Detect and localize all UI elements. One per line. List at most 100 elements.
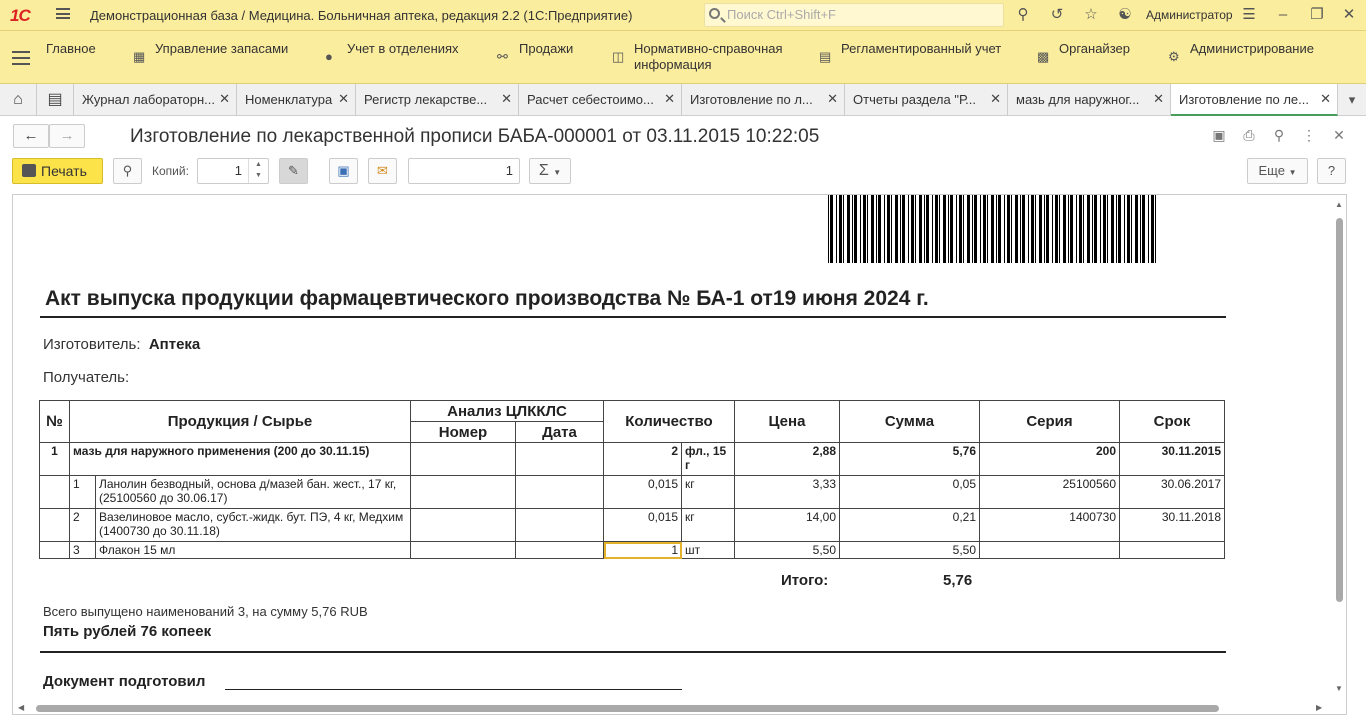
barcode-bar bbox=[1068, 195, 1069, 263]
tab-reports[interactable]: Отчеты раздела "Р... ✕ bbox=[845, 84, 1008, 116]
selected-cell[interactable]: 1 bbox=[603, 541, 682, 559]
menu-item-reference[interactable]: ◫ Нормативно-справочная информация bbox=[612, 41, 783, 73]
barcode-bar bbox=[959, 195, 962, 263]
close-tab-icon[interactable]: ✕ bbox=[664, 91, 675, 107]
barcode-bar bbox=[887, 195, 890, 263]
more-button[interactable]: Еще ▼ bbox=[1247, 158, 1308, 184]
more-vertical-icon[interactable]: ⋮ bbox=[1300, 127, 1318, 145]
tab-cost-calculation[interactable]: Расчет себестоимо... ✕ bbox=[519, 84, 682, 116]
tab-ointment[interactable]: мазь для наружног... ✕ bbox=[1008, 84, 1171, 116]
save-icon[interactable]: ▣ bbox=[1210, 127, 1228, 145]
total-value: 5,76 bbox=[943, 572, 973, 589]
col-analysis-date: Дата bbox=[515, 421, 604, 443]
barcode-bar bbox=[878, 195, 881, 263]
barcode-bar bbox=[1028, 195, 1029, 263]
print-button[interactable]: Печать bbox=[12, 158, 103, 184]
menu-item-inventory[interactable]: ▦ Управление запасами bbox=[133, 41, 288, 64]
users-icon[interactable]: ☯ bbox=[1116, 6, 1134, 24]
close-window-icon[interactable]: ✕ bbox=[1340, 6, 1358, 24]
tab-manufacturing-1[interactable]: Изготовление по л... ✕ bbox=[682, 84, 845, 116]
col-price: Цена bbox=[734, 400, 840, 443]
preview-icon[interactable]: ⚲ bbox=[1270, 127, 1288, 145]
menu-item-departments[interactable]: ● Учет в отделениях bbox=[325, 41, 459, 64]
barcode-bar bbox=[911, 195, 914, 263]
preview-button[interactable]: ⚲ bbox=[113, 158, 142, 184]
scroll-down-icon[interactable]: ▼ bbox=[1335, 684, 1343, 693]
table-row[interactable]: 3 Флакон 15 мл 1 шт 5,50 5,50 bbox=[39, 541, 1225, 559]
close-tab-icon[interactable]: ✕ bbox=[1320, 91, 1331, 107]
tab-nomenclature[interactable]: Номенклатура ✕ bbox=[237, 84, 356, 116]
tab-drug-register[interactable]: Регистр лекарстве... ✕ bbox=[356, 84, 519, 116]
report-heading: Акт выпуска продукции фармацевтического … bbox=[45, 287, 929, 310]
scroll-up-icon[interactable]: ▲ bbox=[1335, 200, 1343, 209]
close-tab-icon[interactable]: ✕ bbox=[219, 91, 230, 107]
barcode-bar bbox=[854, 195, 857, 263]
edit-mode-button[interactable]: ✎ bbox=[279, 158, 308, 184]
close-form-icon[interactable]: ✕ bbox=[1330, 127, 1348, 145]
search-input[interactable]: Поиск Ctrl+Shift+F bbox=[704, 3, 1004, 27]
barcode-bar bbox=[852, 195, 853, 263]
print-icon[interactable]: ⎙ bbox=[1240, 127, 1258, 145]
tabs-more-icon[interactable]: ▾ bbox=[1338, 84, 1366, 116]
table-row[interactable]: 2 Вазелиновое масло, субст.-жидк. бут. П… bbox=[39, 508, 1225, 542]
barcode-bar bbox=[891, 195, 892, 263]
menu-item-organizer[interactable]: ▩ Органайзер bbox=[1037, 41, 1130, 64]
tab-lab-journal[interactable]: Журнал лабораторн... ✕ bbox=[74, 84, 237, 116]
report-sheet[interactable]: Акт выпуска продукции фармацевтического … bbox=[12, 194, 1347, 715]
menu-item-admin[interactable]: ⚙ Администрирование bbox=[1168, 41, 1314, 64]
menu-item-main[interactable]: Главное bbox=[46, 41, 96, 57]
report-toolbar: Печать ⚲ Копий: 1 ▲ ▼ ✎ ▣ ✉ 1 Σ ▼ Еще ▼ ? bbox=[0, 156, 1366, 188]
barcode-bar bbox=[1151, 195, 1154, 263]
barcode-bar bbox=[1070, 195, 1073, 263]
vertical-scrollbar[interactable]: ▲ ▼ bbox=[1334, 198, 1344, 698]
minimize-icon[interactable]: – bbox=[1274, 6, 1292, 24]
barcode-bar bbox=[1131, 195, 1132, 263]
horizontal-scroll-thumb[interactable] bbox=[36, 705, 1219, 712]
sections-list-icon[interactable] bbox=[12, 51, 30, 65]
close-tab-icon[interactable]: ✕ bbox=[338, 91, 349, 107]
sum-mode-button[interactable]: Σ ▼ bbox=[529, 158, 571, 184]
scroll-right-icon[interactable]: ▶ bbox=[1316, 703, 1322, 712]
close-tab-icon[interactable]: ✕ bbox=[990, 91, 1001, 107]
help-button[interactable]: ? bbox=[1317, 158, 1346, 184]
table-row[interactable]: 1 Ланолин безводный, основа д/мазей бан.… bbox=[39, 475, 1225, 509]
barcode-bar bbox=[847, 195, 850, 263]
barcode-bar bbox=[1035, 195, 1036, 263]
stepper-arrows-icon[interactable]: ▲ ▼ bbox=[248, 159, 268, 183]
email-button[interactable]: ✉ bbox=[368, 158, 397, 184]
main-menu-icon[interactable] bbox=[56, 8, 70, 19]
scroll-left-icon[interactable]: ◀ bbox=[18, 703, 24, 712]
bell-icon[interactable]: ⚲ bbox=[1014, 6, 1032, 24]
app-logo[interactable]: 1С bbox=[10, 6, 31, 26]
home-icon[interactable]: ⌂ bbox=[0, 84, 37, 116]
barcode-bar bbox=[998, 195, 1001, 263]
barcode-bar bbox=[863, 195, 866, 263]
barcode-bar bbox=[1092, 195, 1093, 263]
tab-manufacturing-active[interactable]: Изготовление по ле... ✕ bbox=[1171, 84, 1338, 116]
history-icon[interactable]: ↺ bbox=[1048, 6, 1066, 24]
barcode-bar bbox=[867, 195, 868, 263]
close-tab-icon[interactable]: ✕ bbox=[501, 91, 512, 107]
save-file-button[interactable]: ▣ bbox=[329, 158, 358, 184]
barcode-bar bbox=[1083, 195, 1084, 263]
close-tab-icon[interactable]: ✕ bbox=[1153, 91, 1164, 107]
menu-item-regulated[interactable]: ▤ Регламентированный учет bbox=[819, 41, 1001, 64]
vertical-scroll-thumb[interactable] bbox=[1336, 218, 1343, 602]
barcode-bar bbox=[1155, 195, 1156, 263]
close-tab-icon[interactable]: ✕ bbox=[827, 91, 838, 107]
star-icon[interactable]: ☆ bbox=[1082, 6, 1100, 24]
table-row[interactable]: 1 мазь для наружного применения (200 до … bbox=[39, 442, 1225, 476]
user-name[interactable]: Администратор bbox=[1146, 8, 1233, 22]
back-arrow-icon[interactable]: ← bbox=[13, 124, 49, 148]
restore-icon[interactable]: ❐ bbox=[1308, 6, 1326, 24]
ledger-icon: ▤ bbox=[819, 49, 832, 64]
barcode-bar bbox=[900, 195, 901, 263]
copies-stepper[interactable]: 1 ▲ ▼ bbox=[197, 158, 269, 184]
chat-icon[interactable]: ▤ bbox=[37, 84, 74, 116]
settings-menu-icon[interactable]: ☰ bbox=[1240, 6, 1258, 24]
horizontal-scrollbar[interactable]: ◀ ▶ bbox=[16, 703, 1326, 713]
sum-field[interactable]: 1 bbox=[408, 158, 520, 184]
forward-arrow-icon[interactable]: → bbox=[49, 124, 85, 148]
menu-item-sales[interactable]: ⚯ Продажи bbox=[497, 41, 573, 64]
amount-in-words: Пять рублей 76 копеек bbox=[43, 623, 212, 640]
